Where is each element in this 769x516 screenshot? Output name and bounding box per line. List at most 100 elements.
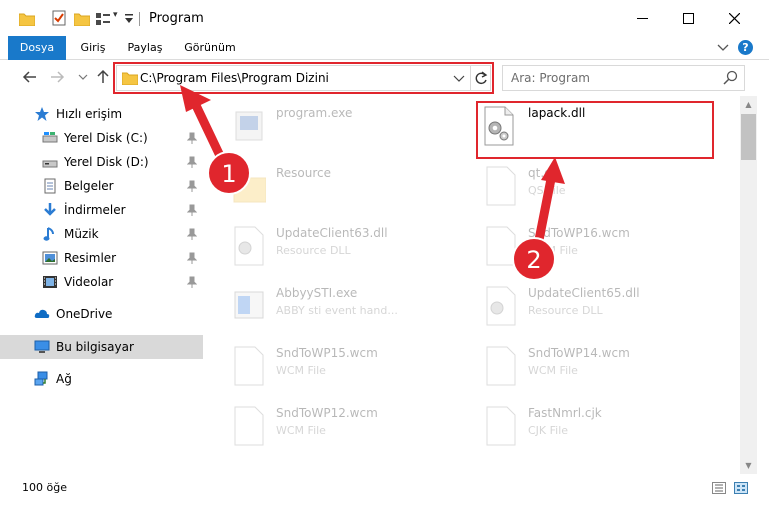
folder-icon [233,173,266,203]
file-type: QS File [528,184,566,197]
sidebar-item-this-pc[interactable]: Bu bilgisayar [0,335,203,359]
arrow-right-icon [51,71,65,83]
sidebar-item-label: Ağ [56,372,72,386]
sidebar-item-local-disk-d[interactable]: Yerel Disk (D:) [0,150,203,174]
view-options-icon[interactable] [95,12,111,26]
pin-icon[interactable] [187,180,197,192]
properties-icon[interactable] [52,10,66,26]
forward-button[interactable] [48,69,66,87]
file-icon [234,346,264,386]
sidebar-item-label: Resimler [64,251,117,265]
scroll-thumb[interactable] [741,114,756,160]
title-bar: ▾ Program [0,0,769,36]
file-name: program.exe [276,106,353,120]
maximize-icon [682,12,694,24]
sidebar-item-documents[interactable]: Belgeler [0,174,203,198]
maximize-button[interactable] [665,0,711,36]
recent-locations-button[interactable] [74,69,92,87]
file-item[interactable]: SndToWP15.wcm WCM File [220,338,460,394]
up-button[interactable] [94,69,112,87]
ribbon-tabs: Dosya Giriş Paylaş Görünüm ? [0,36,769,92]
pin-icon[interactable] [187,132,197,144]
file-type: WCM File [276,424,326,437]
sidebar-item-label: Videolar [64,275,114,289]
sidebar-item-local-disk-c[interactable]: Yerel Disk (C:) [0,126,203,150]
folder-item[interactable]: Resource [220,158,460,214]
customize-quick-access-icon[interactable] [124,13,134,25]
file-name: UpdateClient65.dll [528,286,640,300]
pin-icon[interactable] [187,204,197,216]
pictures-icon [42,251,58,265]
file-item[interactable]: SndToWP14.wcm WCM File [472,338,712,394]
file-icon [234,406,264,446]
file-type: CJK File [528,424,569,437]
search-box[interactable]: Ara: Program [502,65,745,91]
file-name: Resource [276,166,332,180]
minimize-button[interactable] [619,0,665,36]
file-type: ABBY sti event hand... [276,304,398,317]
drive-icon [42,160,58,168]
tab-home[interactable]: Giriş [72,36,114,60]
help-button[interactable]: ? [738,40,753,55]
sidebar-item-network[interactable]: Ağ [0,367,203,391]
sidebar-item-label: Belgeler [64,179,114,193]
chevron-down-icon [78,74,88,80]
file-item[interactable]: UpdateClient65.dll Resource DLL [472,278,712,334]
file-item[interactable]: qt.qs QS File [472,158,712,214]
vertical-scrollbar[interactable]: ▲ ▼ [740,96,757,474]
dropdown-caret-icon[interactable]: ▾ [113,10,118,20]
back-button[interactable] [21,69,39,87]
folder-icon [19,13,35,26]
pin-icon[interactable] [187,228,197,240]
pin-icon[interactable] [187,276,197,288]
file-item[interactable]: UpdateClient63.dll Resource DLL [220,218,460,274]
sidebar-item-label: Müzik [64,227,99,241]
sidebar-item-onedrive[interactable]: OneDrive [0,302,203,326]
file-highlight-box [476,101,714,159]
minimize-icon [636,17,648,19]
star-icon [35,107,49,121]
tab-view[interactable]: Görünüm [180,36,240,60]
scroll-up-icon[interactable]: ▲ [740,96,757,113]
status-bar: 100 öğe [0,474,769,502]
sidebar-item-quick-access[interactable]: Hızlı erişim [0,102,203,126]
file-item[interactable]: SndToWP12.wcm WCM File [220,398,460,454]
file-item[interactable]: AbbyySTI.exe ABBY sti event hand... [220,278,460,334]
sidebar-item-label: Bu bilgisayar [56,340,134,354]
title-separator [139,12,140,26]
sidebar-item-label: İndirmeler [64,203,126,217]
chevron-down-icon[interactable] [717,41,729,53]
file-icon [486,226,516,266]
file-name: SndToWP16.wcm [528,226,630,240]
new-folder-icon[interactable] [74,12,90,26]
large-icons-view-icon[interactable] [734,482,748,494]
pin-icon[interactable] [187,156,197,168]
arrow-left-icon [22,71,36,83]
file-name: SndToWP14.wcm [528,346,630,360]
sidebar-item-downloads[interactable]: İndirmeler [0,198,203,222]
close-button[interactable] [711,0,757,36]
details-view-icon[interactable] [712,482,726,494]
file-item[interactable]: SndToWP16.wcm WCM File [472,218,712,274]
file-type: WCM File [528,244,578,257]
file-type: Resource DLL [528,304,603,317]
search-icon[interactable] [723,70,739,86]
sidebar-item-label: Hızlı erişim [56,107,123,121]
music-icon [43,227,54,241]
sidebar-item-pictures[interactable]: Resimler [0,246,203,270]
file-name: UpdateClient63.dll [276,226,388,240]
documents-icon [44,178,56,194]
file-icon [486,406,516,446]
sidebar-item-music[interactable]: Müzik [0,222,203,246]
file-item[interactable]: FastNmrl.cjk CJK File [472,398,712,454]
file-type: WCM File [276,364,326,377]
scroll-down-icon[interactable]: ▼ [740,457,757,474]
file-item[interactable]: program.exe [220,98,460,154]
sidebar-item-videos[interactable]: Videolar [0,270,203,294]
pin-icon[interactable] [187,252,197,264]
tab-share[interactable]: Paylaş [122,36,168,60]
cloud-icon [34,309,50,318]
navigation-pane: Hızlı erişim Yerel Disk (C:) Yerel Disk … [0,100,215,470]
drive-icon [42,132,58,143]
download-icon [44,203,56,216]
